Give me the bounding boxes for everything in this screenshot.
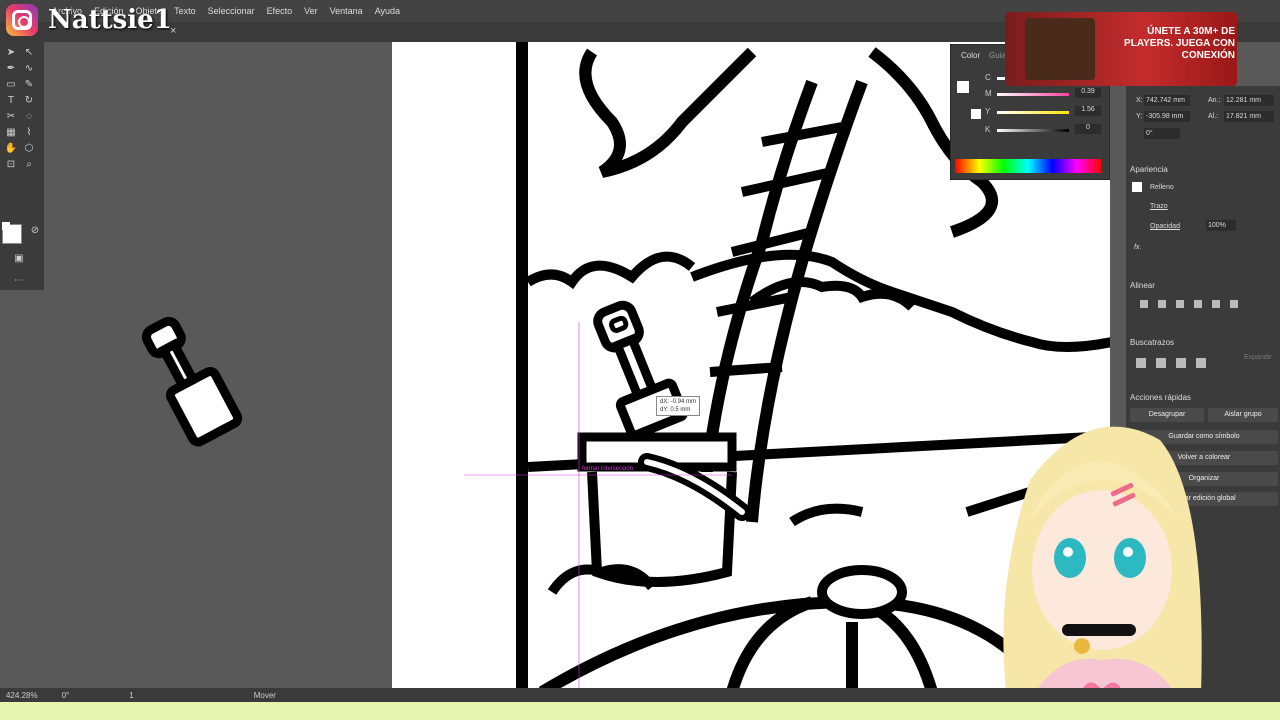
menu-seleccionar[interactable]: Seleccionar <box>208 6 255 16</box>
current-tool-label: Mover <box>253 690 276 700</box>
align-center-icon[interactable] <box>1158 300 1166 308</box>
move-delta-tooltip: dX: -0.94 mm dY: 0.5 mm <box>656 396 701 416</box>
stream-overlay-handle: Nattsie1 <box>6 4 172 36</box>
grid-tool-icon[interactable]: ▦ <box>4 126 18 140</box>
y-field[interactable]: -305.98 mm <box>1144 111 1190 122</box>
guide-tab[interactable]: Guía <box>989 51 1006 60</box>
fill-swatch-small[interactable] <box>1132 182 1142 192</box>
stream-bottom-bar <box>0 702 1280 720</box>
streamer-handle: Nattsie1 <box>48 5 172 35</box>
scissors-tool-icon[interactable]: ✂ <box>4 110 18 124</box>
tooltip-dx: dX: -0.94 mm <box>660 399 697 405</box>
unite-icon[interactable] <box>1136 358 1146 368</box>
curvature-tool-icon[interactable]: ∿ <box>22 62 36 76</box>
smart-guide-label: formar intersección <box>582 466 634 472</box>
hand-tool-icon[interactable]: ✋ <box>4 142 18 156</box>
align-middle-icon[interactable] <box>1212 300 1220 308</box>
color-spectrum[interactable] <box>955 159 1101 173</box>
menu-efecto[interactable]: Efecto <box>267 6 293 16</box>
slider-k[interactable]: K 0 <box>979 124 1109 135</box>
minus-front-icon[interactable] <box>1156 358 1166 368</box>
align-left-icon[interactable] <box>1140 300 1148 308</box>
menu-ver[interactable]: Ver <box>304 6 318 16</box>
sponsor-banner: ÚNETE A 30M+ DE PLAYERS. JUEGA CON CONEX… <box>1005 12 1237 86</box>
status-bar: 424.28% 0° 1 Mover <box>0 688 1280 702</box>
fill-label: Relleno <box>1150 184 1174 191</box>
m-value[interactable]: 0.39 <box>1075 88 1101 98</box>
direct-selection-tool-icon[interactable]: ↖ <box>22 46 36 60</box>
fx-button[interactable]: fx. <box>1134 244 1141 251</box>
menu-ventana[interactable]: Ventana <box>330 6 363 16</box>
align-title: Alinear <box>1130 281 1155 290</box>
pathfinder-title: Buscatrazos <box>1130 338 1175 347</box>
opacity-field[interactable]: 100% <box>1206 220 1236 231</box>
align-top-icon[interactable] <box>1194 300 1202 308</box>
zoom-tool-icon[interactable]: ⌕ <box>22 158 36 172</box>
default-colors-icon[interactable] <box>2 222 10 230</box>
none-swatch-icon[interactable]: ⊘ <box>28 224 42 238</box>
type-tool-icon[interactable]: T <box>4 94 18 108</box>
eyedropper-tool-icon[interactable]: ⌇ <box>22 126 36 140</box>
intersect-icon[interactable] <box>1176 358 1186 368</box>
width-field[interactable]: 12.281 mm <box>1224 95 1274 106</box>
vtuber-avatar <box>1003 426 1202 720</box>
height-field[interactable]: 17.821 mm <box>1224 111 1274 122</box>
rectangle-tool-icon[interactable]: ▭ <box>4 78 18 92</box>
opacity-label[interactable]: Opacidad <box>1150 223 1180 230</box>
zoom-level[interactable]: 424.28% <box>6 691 38 700</box>
x-field[interactable]: 742.742 mm <box>1144 95 1190 106</box>
appearance-title: Apariencia <box>1130 165 1168 174</box>
align-bottom-icon[interactable] <box>1230 300 1238 308</box>
artboard-tool-icon[interactable]: ⊡ <box>4 158 18 172</box>
selection-tool-icon[interactable]: ➤ <box>4 46 18 60</box>
color-tab[interactable]: Color <box>961 51 980 60</box>
k-value[interactable]: 0 <box>1075 124 1101 134</box>
instagram-icon <box>6 4 38 36</box>
brush-tool-icon[interactable]: ✎ <box>22 78 36 92</box>
shovel-graphic[interactable] <box>44 42 392 688</box>
tools-panel: ➤ ↖ ✒ ∿ ▭ ✎ T ↻ ✂ ◌ ▦ ⌇ ✋ ⬡ ⊡ ⌕ ⊘ ▣ ⋯ <box>0 42 44 290</box>
exclude-icon[interactable] <box>1196 358 1206 368</box>
pathfinder-buttons <box>1136 358 1206 368</box>
rotate-tool-icon[interactable]: ↻ <box>22 94 36 108</box>
shape-builder-icon[interactable]: ⬡ <box>22 142 36 156</box>
sponsor-character-image <box>1025 18 1095 80</box>
slider-y[interactable]: Y 1.56 <box>979 106 1109 117</box>
screen-mode-icon[interactable]: ▣ <box>12 252 26 266</box>
align-right-icon[interactable] <box>1176 300 1184 308</box>
slider-m[interactable]: M 0.39 <box>979 88 1109 99</box>
sponsor-text: ÚNETE A 30M+ DE PLAYERS. JUEGA CON CONEX… <box>1124 26 1235 61</box>
pasteboard <box>44 42 392 688</box>
rotation-field[interactable]: 0° <box>62 691 70 700</box>
more-tools-icon[interactable]: ⋯ <box>12 274 26 288</box>
menu-texto[interactable]: Texto <box>174 6 196 16</box>
fill-color-swatch[interactable] <box>957 81 969 93</box>
stroke-label[interactable]: Trazo <box>1150 203 1168 210</box>
expand-button[interactable]: Expandir <box>1244 354 1272 361</box>
tooltip-dy: dY: 0.5 mm <box>660 407 691 413</box>
align-buttons <box>1140 300 1270 310</box>
artboard-number[interactable]: 1 <box>129 691 133 700</box>
pen-tool-icon[interactable]: ✒ <box>4 62 18 76</box>
angle-field[interactable]: 0° <box>1144 128 1180 139</box>
y-value[interactable]: 1.56 <box>1075 106 1101 116</box>
lasso-tool-icon[interactable]: ◌ <box>22 110 36 124</box>
menu-ayuda[interactable]: Ayuda <box>375 6 400 16</box>
